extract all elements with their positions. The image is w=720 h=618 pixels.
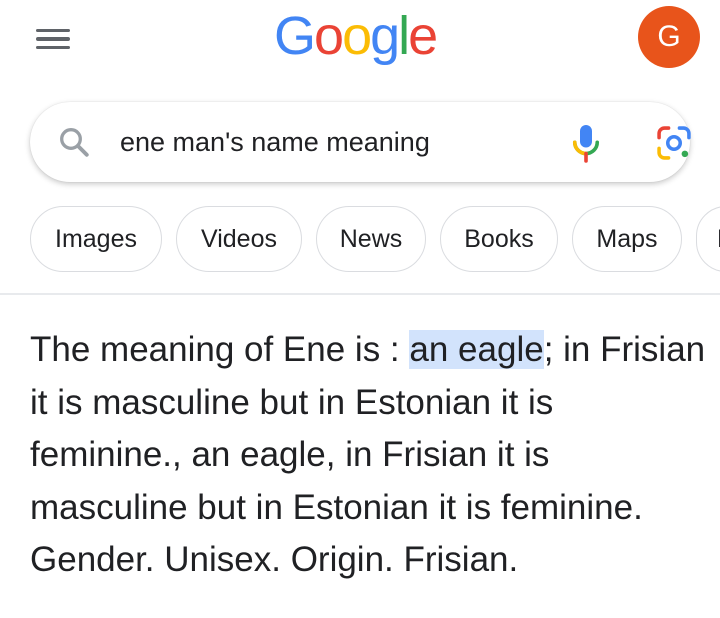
search-input[interactable] xyxy=(120,122,520,162)
chip-label: News xyxy=(339,224,403,253)
chip-news[interactable]: News xyxy=(316,206,426,272)
menu-bar xyxy=(36,28,70,33)
chip-more[interactable]: F xyxy=(696,206,720,272)
chip-videos[interactable]: Videos xyxy=(176,206,302,272)
hamburger-menu-icon[interactable] xyxy=(36,24,76,54)
menu-bar xyxy=(36,45,70,50)
logo-letter: e xyxy=(408,6,438,66)
chip-label: Maps xyxy=(596,224,658,253)
avatar-initial: G xyxy=(657,20,681,53)
chip-books[interactable]: Books xyxy=(440,206,558,272)
chip-label: Books xyxy=(464,224,534,253)
google-logo[interactable]: Google xyxy=(274,6,438,66)
search-results-page: Google G Images Videos News Books Maps F xyxy=(0,0,720,618)
logo-letter: o xyxy=(342,6,372,66)
chip-images[interactable]: Images xyxy=(30,206,162,272)
search-filter-chips: Images Videos News Books Maps F xyxy=(30,206,720,272)
logo-letter: l xyxy=(398,6,410,66)
google-lens-icon[interactable] xyxy=(654,124,694,162)
answer-prefix: The meaning of Ene is : xyxy=(30,330,410,369)
divider xyxy=(0,293,720,295)
search-bar[interactable] xyxy=(30,102,691,182)
microphone-icon[interactable] xyxy=(568,122,604,164)
chip-label: Videos xyxy=(201,224,277,253)
chip-label: Images xyxy=(55,224,137,253)
answer-highlight: an eagle xyxy=(409,330,544,369)
account-avatar[interactable]: G xyxy=(638,6,700,68)
featured-answer: The meaning of Ene is : an eagle; in Fri… xyxy=(30,324,710,587)
chip-maps[interactable]: Maps xyxy=(572,206,682,272)
menu-bar xyxy=(36,37,70,41)
logo-letter: o xyxy=(314,6,344,66)
search-icon[interactable] xyxy=(56,124,92,160)
logo-letter: g xyxy=(370,6,400,66)
logo-letter: G xyxy=(274,6,316,66)
